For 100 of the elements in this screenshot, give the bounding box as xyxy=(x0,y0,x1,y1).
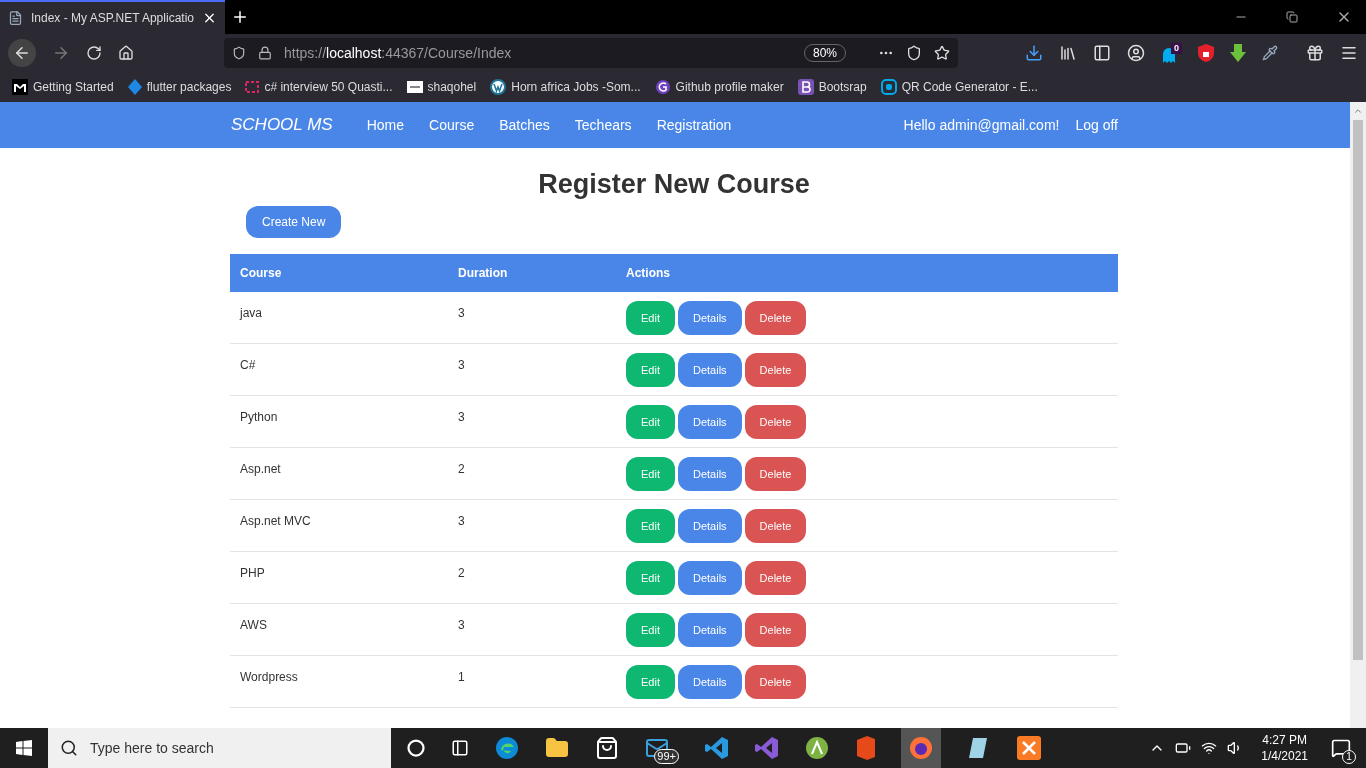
brand-logo[interactable]: SCHOOL MS xyxy=(231,112,333,138)
g-logo-icon xyxy=(654,79,671,95)
edit-button[interactable]: Edit xyxy=(626,613,675,647)
b-logo-icon xyxy=(797,79,814,95)
task-view-icon[interactable] xyxy=(451,739,469,757)
library-icon[interactable] xyxy=(1059,44,1077,62)
bookmark-link[interactable]: flutter packages xyxy=(127,78,232,96)
m-icon xyxy=(12,79,28,95)
account-icon[interactable] xyxy=(1127,44,1145,62)
column-header: Course xyxy=(239,265,283,282)
create-new-button[interactable]: Create New xyxy=(246,206,342,238)
mail-badge: 99+ xyxy=(654,749,679,764)
new-tab-icon[interactable] xyxy=(231,8,249,26)
table-cell-text: Asp.net xyxy=(239,461,282,478)
bookmark-link[interactable]: Bootsrap xyxy=(797,78,867,96)
windows-logo-icon xyxy=(16,740,32,756)
clock[interactable]: 4:27 PM 1/4/2021 xyxy=(1253,732,1316,764)
address-bar[interactable]: https://localhost:44367/Course/Index 80% xyxy=(224,38,958,68)
delete-button[interactable]: Delete xyxy=(744,613,807,647)
folder-icon[interactable] xyxy=(545,736,569,760)
edit-button[interactable]: Edit xyxy=(626,405,675,439)
bookmark-link[interactable]: Github profile maker xyxy=(654,78,784,96)
delete-button[interactable]: Delete xyxy=(744,509,807,543)
page-heading: Register New Course xyxy=(537,168,811,200)
back-button[interactable] xyxy=(8,39,36,67)
reload-icon[interactable] xyxy=(86,45,102,61)
table-cell-text: PHP xyxy=(239,565,266,582)
delete-button[interactable]: Delete xyxy=(744,405,807,439)
download-icon[interactable] xyxy=(1025,44,1043,62)
delete-button[interactable]: Delete xyxy=(744,665,807,699)
details-button[interactable]: Details xyxy=(677,301,742,335)
bookmark-star-icon[interactable] xyxy=(934,45,950,61)
details-button[interactable]: Details xyxy=(677,405,742,439)
bookmark-link[interactable]: Horn africa Jobs -Som... xyxy=(490,78,641,96)
nav-link[interactable]: Home xyxy=(366,114,405,136)
delete-button[interactable]: Delete xyxy=(744,301,807,335)
qr-icon xyxy=(880,79,897,95)
column-header: Actions xyxy=(625,265,670,282)
table-cell-text: Asp.net MVC xyxy=(239,513,312,530)
table-cell-text: 3 xyxy=(457,409,466,426)
table-cell-text: 3 xyxy=(457,305,466,322)
menu-icon[interactable] xyxy=(1340,44,1358,62)
edit-button[interactable]: Edit xyxy=(626,509,675,543)
details-button[interactable]: Details xyxy=(677,613,742,647)
details-button[interactable]: Details xyxy=(677,561,742,595)
table-cell-text: 2 xyxy=(457,461,466,478)
down-arrow-icon[interactable] xyxy=(1230,44,1246,62)
url-text: https://localhost:44367/Course/Index xyxy=(284,43,513,63)
bookmark-link[interactable]: QR Code Generator - E... xyxy=(880,78,1038,96)
sidebar-icon[interactable] xyxy=(1093,44,1111,62)
edit-button[interactable]: Edit xyxy=(626,457,675,491)
details-button[interactable]: Details xyxy=(677,509,742,543)
browser-tab[interactable]: Index - My ASP.NET Applicatio xyxy=(0,0,225,34)
edit-button[interactable]: Edit xyxy=(626,561,675,595)
details-button[interactable]: Details xyxy=(677,665,742,699)
bookmark-link[interactable]: c# interview 50 Quasti... xyxy=(245,78,393,96)
edit-button[interactable]: Edit xyxy=(626,353,675,387)
code-icon xyxy=(245,80,260,94)
delete-button[interactable]: Delete xyxy=(744,457,807,491)
delete-button[interactable]: Delete xyxy=(744,561,807,595)
page-icon xyxy=(8,10,23,26)
nav-link[interactable]: Techears xyxy=(574,114,632,136)
cortana-icon[interactable] xyxy=(407,739,425,757)
thumbnail-icon xyxy=(406,81,423,93)
extension-badge: 0 xyxy=(1171,43,1182,54)
table-cell-text: 3 xyxy=(457,513,466,530)
greeting-link[interactable]: Hello admin@gmail.com! xyxy=(903,114,1060,136)
forward-icon[interactable] xyxy=(52,44,70,62)
search-field[interactable]: Type here to search xyxy=(48,728,391,768)
nav-link[interactable]: Course xyxy=(429,114,475,136)
table-cell-text: 1 xyxy=(457,669,466,686)
nav-link[interactable]: Registration xyxy=(656,114,732,136)
nav-link[interactable]: Batches xyxy=(499,114,550,136)
bookmark-link[interactable]: Getting Started xyxy=(12,78,114,96)
edit-button[interactable]: Edit xyxy=(626,301,675,335)
details-button[interactable]: Details xyxy=(677,353,742,387)
time-text: 4:27 PM xyxy=(1262,732,1307,748)
shield-lock-icon[interactable] xyxy=(1198,44,1214,62)
table-cell-text: 2 xyxy=(457,565,466,582)
logoff-link[interactable]: Log off xyxy=(1075,114,1118,136)
table-cell-text: Wordpress xyxy=(239,669,299,686)
battery-icon[interactable] xyxy=(1175,740,1192,756)
tab-title: Index - My ASP.NET Applicatio xyxy=(31,10,194,27)
scrollbar[interactable] xyxy=(1350,102,1366,728)
column-header: Duration xyxy=(457,265,509,282)
table-cell-text: C# xyxy=(239,357,257,374)
edit-button[interactable]: Edit xyxy=(626,665,675,699)
restore-icon[interactable] xyxy=(1286,11,1298,23)
gift-icon[interactable] xyxy=(1306,44,1324,62)
date-text: 1/4/2021 xyxy=(1261,748,1308,764)
home-icon[interactable] xyxy=(118,45,134,61)
wifi-icon[interactable] xyxy=(1201,740,1218,756)
bookmark-link[interactable]: shaqohel xyxy=(406,78,477,96)
search-placeholder: Type here to search xyxy=(90,738,214,758)
lock-icon xyxy=(258,46,272,60)
eyedropper-icon[interactable] xyxy=(1262,45,1278,61)
delete-button[interactable]: Delete xyxy=(744,353,807,387)
diamond-icon xyxy=(127,79,142,95)
store-icon[interactable] xyxy=(595,736,619,760)
details-button[interactable]: Details xyxy=(677,457,742,491)
